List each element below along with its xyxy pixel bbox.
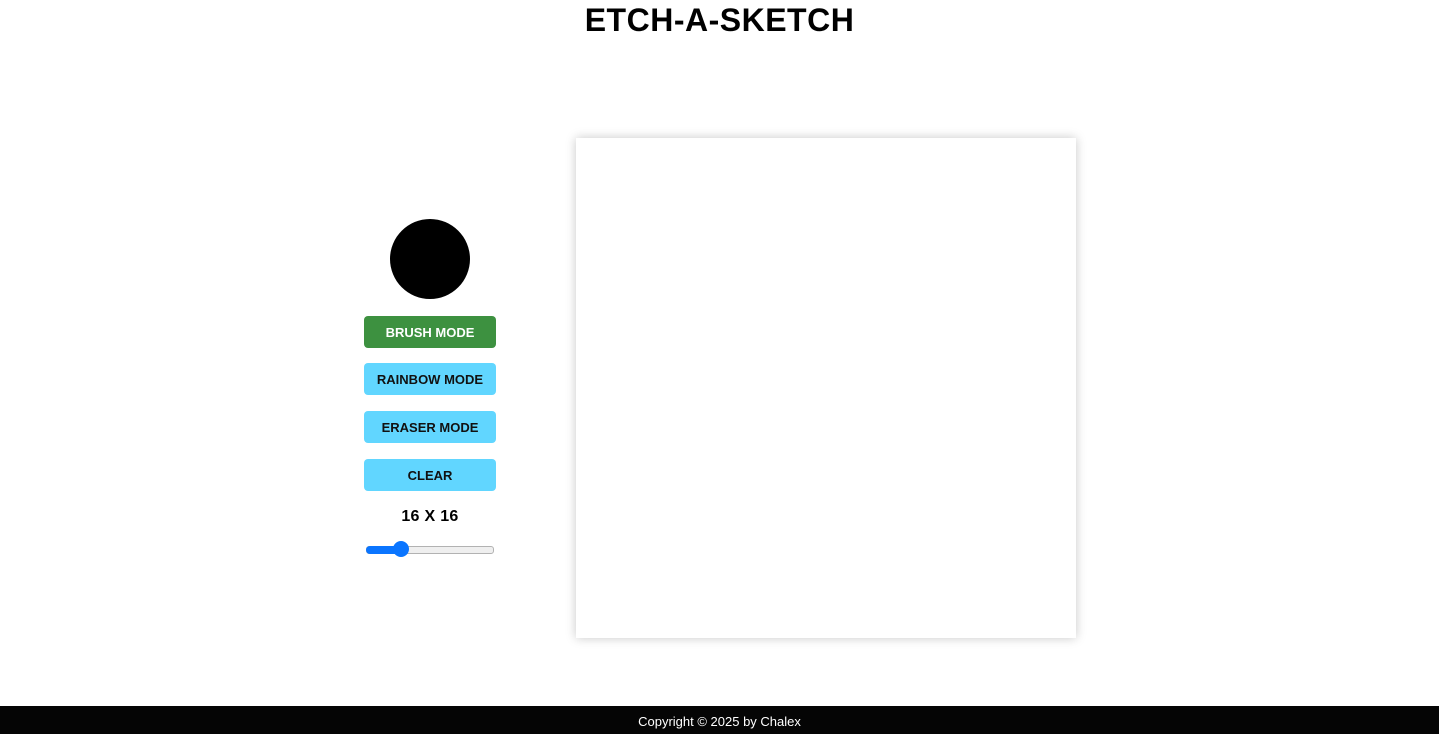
grid-size-slider[interactable] bbox=[366, 541, 494, 557]
page-title: ETCH-A-SKETCH bbox=[584, 2, 855, 38]
rainbow-mode-button[interactable]: RAINBOW MODE bbox=[364, 363, 496, 395]
sketch-grid[interactable] bbox=[576, 138, 1076, 638]
brush-mode-button[interactable]: BRUSH MODE bbox=[364, 316, 496, 348]
eraser-mode-button[interactable]: ERASER MODE bbox=[364, 411, 496, 443]
grid-size-label: 16 X 16 bbox=[401, 508, 459, 525]
copyright-text: Copyright © 2025 by Chalex bbox=[638, 714, 801, 729]
color-picker[interactable] bbox=[390, 219, 470, 299]
footer: Copyright © 2025 by Chalex bbox=[0, 706, 1439, 734]
slider-thumb[interactable] bbox=[392, 541, 409, 557]
control-panel: BRUSH MODE RAINBOW MODE ERASER MODE CLEA… bbox=[364, 219, 496, 557]
clear-button[interactable]: CLEAR bbox=[364, 459, 496, 491]
